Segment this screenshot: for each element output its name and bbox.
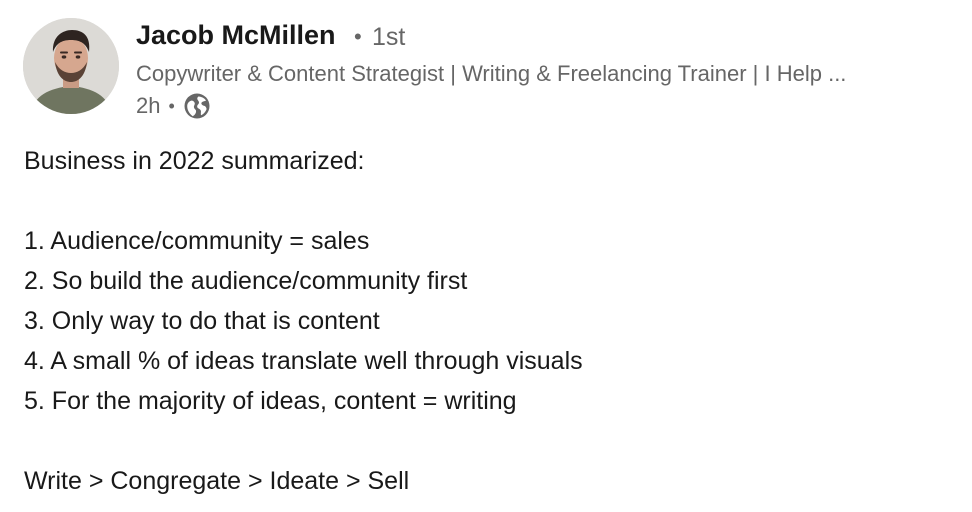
list-item: 4. A small % of ideas translate well thr… (24, 347, 583, 375)
globe-icon (183, 92, 211, 120)
list-item: 3. Only way to do that is content (24, 307, 380, 335)
post-body: Business in 2022 summarized: 1. Audience… (24, 141, 954, 501)
connection-degree: 1st (372, 23, 406, 51)
author-headline: Copywriter & Content Strategist | Writin… (136, 61, 847, 86)
post-closing-line: Write > Congregate > Ideate > Sell (24, 467, 410, 495)
separator-dot: • (168, 95, 175, 116)
post-intro-line: Business in 2022 summarized: (24, 147, 365, 175)
list-item: 1. Audience/community = sales (24, 227, 370, 255)
post-meta: 2h • (136, 92, 211, 120)
separator-dot: • (354, 24, 362, 49)
author-name[interactable]: Jacob McMillen (136, 20, 336, 51)
post-timestamp: 2h (136, 93, 161, 118)
avatar-image (23, 18, 119, 114)
list-item: 5. For the majority of ideas, content = … (24, 387, 517, 415)
list-item: 2. So build the audience/community first (24, 267, 468, 295)
author-avatar[interactable] (23, 18, 119, 114)
feed-post: Jacob McMillen • 1st Copywriter & Conten… (0, 0, 972, 512)
